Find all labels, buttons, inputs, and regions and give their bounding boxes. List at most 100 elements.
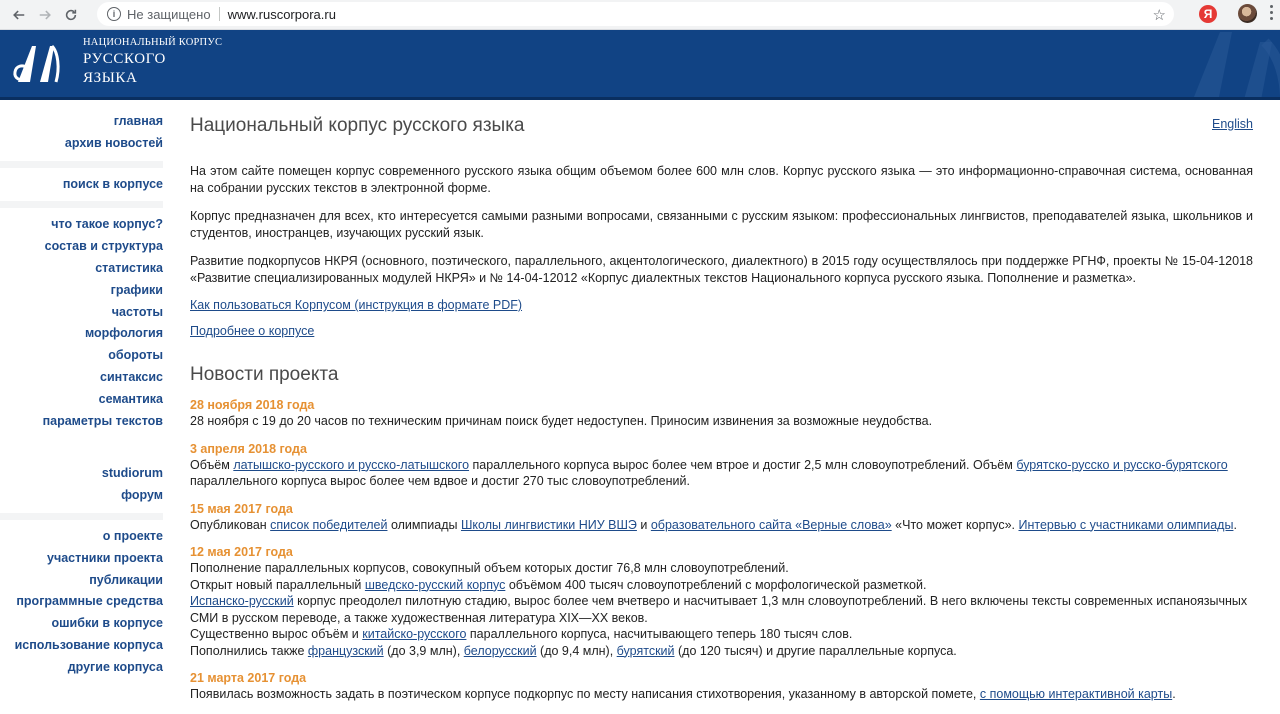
news-text-fragment: Появилась возможность задать в поэтическ… xyxy=(190,687,980,701)
news-text-fragment: Открыт новый параллельный xyxy=(190,577,365,592)
back-button[interactable] xyxy=(8,4,30,26)
profile-avatar[interactable] xyxy=(1238,4,1257,23)
news-text: СМИ в русском переводе, а также художест… xyxy=(190,610,648,625)
news-text-fragment: параллельного корпуса вырос более чем вт… xyxy=(469,457,1017,472)
sidebar-item-publications[interactable]: публикации xyxy=(0,570,163,592)
sidebar-item-forum[interactable]: форум xyxy=(0,485,163,507)
news-text-fragment: Существенно вырос объём и xyxy=(190,627,363,641)
sidebar-item-home[interactable]: главная xyxy=(0,111,163,133)
winners-list-link[interactable]: список победителей xyxy=(270,518,387,532)
news-date: 12 мая 2017 года xyxy=(190,545,293,559)
header-watermark-icon xyxy=(1192,32,1280,100)
news-date: 3 апреля 2018 года xyxy=(190,441,307,456)
news-section-title: Новости проекта xyxy=(190,364,339,385)
news-date: 21 марта 2017 года xyxy=(190,671,307,685)
sidebar-item-about[interactable]: о проекте xyxy=(0,526,163,548)
news-text: Объём латышско-русского и русско-латышск… xyxy=(190,457,1253,474)
browser-toolbar: i Не защищено www.ruscorpora.ru ☆ Я xyxy=(0,0,1280,30)
news-date: 15 мая 2017 года xyxy=(190,501,293,516)
sidebar-item-structure[interactable]: состав и структура xyxy=(0,236,163,258)
arrow-left-icon xyxy=(13,10,25,19)
news-text-fragment: параллельного корпуса, насчитывающего те… xyxy=(466,627,853,641)
sidebar-item-usage[interactable]: использование корпуса xyxy=(0,635,163,657)
yandex-extension-icon[interactable]: Я xyxy=(1199,5,1217,23)
sidebar-group-about-corpus: что такое корпус? состав и структура ста… xyxy=(0,214,163,432)
news-text-fragment: (до 9,4 млн), xyxy=(536,643,617,658)
sidebar-item-other-corpora[interactable]: другие корпуса xyxy=(0,657,163,679)
news-text: параллельного корпуса вырос более чем вд… xyxy=(190,474,690,488)
sidebar-item-what-is-corpus[interactable]: что такое корпус? xyxy=(0,214,163,236)
sidebar-item-search[interactable]: поиск в корпусе xyxy=(0,174,163,196)
news-text-fragment: Пополнились также xyxy=(190,643,308,658)
audience-paragraph: Корпус предназначен для всех, кто интере… xyxy=(190,209,1253,240)
sidebar-item-graphs[interactable]: графики xyxy=(0,280,163,302)
news-text-fragment: Объём xyxy=(190,457,234,472)
reload-button[interactable] xyxy=(60,4,82,26)
sidebar-group-search: поиск в корпусе xyxy=(0,174,163,196)
address-bar[interactable]: i Не защищено www.ruscorpora.ru ☆ xyxy=(97,2,1174,26)
intro-paragraph: На этом сайте помещен корпус современног… xyxy=(190,164,1253,195)
security-label: Не защищено xyxy=(127,6,211,22)
french-corpus-link[interactable]: французский xyxy=(308,644,384,658)
news-text: Пополнение параллельных корпусов, совоку… xyxy=(190,561,789,575)
news-text: Испанско-русский корпус преодолел пилотн… xyxy=(190,593,1253,610)
sidebar-item-studiorum[interactable]: studiorum xyxy=(0,463,163,485)
news-text-fragment: корпус преодолел пилотную стадию, вырос … xyxy=(293,594,1248,608)
info-icon[interactable]: i xyxy=(107,7,121,21)
latvian-russian-corpus-link[interactable]: латышско-русского и русско-латышского xyxy=(233,458,469,472)
spanish-russian-corpus-link[interactable]: Испанско-русский xyxy=(190,594,294,608)
url-text[interactable]: www.ruscorpora.ru xyxy=(228,7,336,22)
news-text-fragment: . xyxy=(1233,517,1237,532)
sidebar-item-frequencies[interactable]: частоты xyxy=(0,302,163,324)
sidebar-group-project: о проекте участники проекта публикации п… xyxy=(0,526,163,679)
sidebar-item-errors[interactable]: ошибки в корпусе xyxy=(0,613,164,635)
forward-button[interactable] xyxy=(34,4,56,26)
sidebar-item-text-params[interactable]: параметры текстов xyxy=(0,411,163,433)
belarusian-corpus-link[interactable]: белорусский xyxy=(464,644,537,658)
sidebar-group-main: главная архив новостей xyxy=(0,111,163,155)
sidebar-item-news-archive[interactable]: архив новостей xyxy=(0,133,163,155)
sidebar-item-semantics[interactable]: семантика xyxy=(0,389,163,411)
logo-line-1: РУССКОГО xyxy=(83,51,166,67)
howto-pdf-link[interactable]: Как пользоваться Корпусом (инструкция в … xyxy=(190,298,522,312)
sidebar-divider xyxy=(0,450,163,460)
buryat-corpus-link[interactable]: бурятский xyxy=(617,644,675,658)
sidebar-item-statistics[interactable]: статистика xyxy=(0,258,163,280)
news-text-fragment: олимпиады xyxy=(387,517,461,532)
logo-big-title: РУССКОГО ЯЗЫКА xyxy=(83,50,166,88)
english-link[interactable]: English xyxy=(1212,117,1253,131)
news-text-fragment: и xyxy=(636,517,651,532)
olympiad-interview-link[interactable]: Интервью с участниками олимпиады xyxy=(1019,518,1234,532)
news-text: Пополнились также французский (до 3,9 мл… xyxy=(190,643,1253,660)
hse-linguistics-school-link[interactable]: Школы лингвистики НИУ ВШЭ xyxy=(461,518,637,532)
arrow-right-icon xyxy=(39,10,51,19)
reload-icon xyxy=(65,9,77,20)
vernye-slova-link[interactable]: образовательного сайта «Верные слова» xyxy=(651,518,892,532)
logo-line-2: ЯЗЫКА xyxy=(83,70,138,86)
sidebar-item-phrases[interactable]: обороты xyxy=(0,345,163,367)
interactive-map-link[interactable]: с помощью интерактивной карты xyxy=(980,687,1172,701)
buryat-russian-corpus-link[interactable]: бурятско-русско и русско-бурятского xyxy=(1016,458,1227,472)
browser-menu-icon[interactable] xyxy=(1270,5,1274,20)
sidebar-group-community: studiorum форум xyxy=(0,463,163,507)
sidebar-nav: главная архив новостей поиск в корпусе ч… xyxy=(0,101,163,714)
sidebar-item-syntax[interactable]: синтаксис xyxy=(0,367,163,389)
chinese-russian-corpus-link[interactable]: китайско-русского xyxy=(362,627,466,641)
logo-small-title: НАЦИОНАЛЬНЫЙ КОРПУС xyxy=(83,37,223,48)
swedish-russian-corpus-link[interactable]: шведско-русский корпус xyxy=(365,578,505,592)
sidebar-divider xyxy=(0,512,163,520)
sidebar-divider xyxy=(0,201,163,209)
header-border xyxy=(0,97,1280,100)
sidebar-item-participants[interactable]: участники проекта xyxy=(0,548,163,570)
site-header: НАЦИОНАЛЬНЫЙ КОРПУС РУССКОГО ЯЗЫКА xyxy=(0,30,1280,100)
sidebar-item-software[interactable]: программные средства xyxy=(0,591,163,613)
corpus-logo-icon[interactable] xyxy=(12,38,64,90)
funding-paragraph: Развитие подкорпусов НКРЯ (основного, по… xyxy=(190,254,1253,285)
more-about-link[interactable]: Подробнее о корпусе xyxy=(190,324,314,338)
sidebar-item-morphology[interactable]: морфология xyxy=(0,323,163,345)
address-divider xyxy=(218,7,220,21)
sidebar-divider xyxy=(0,160,163,168)
page-title: Национальный корпус русского языка xyxy=(190,115,525,136)
news-text-fragment: объёмом 400 тысяч словоупотреблений с мо… xyxy=(505,577,927,592)
bookmark-star-icon[interactable]: ☆ xyxy=(1153,6,1166,24)
